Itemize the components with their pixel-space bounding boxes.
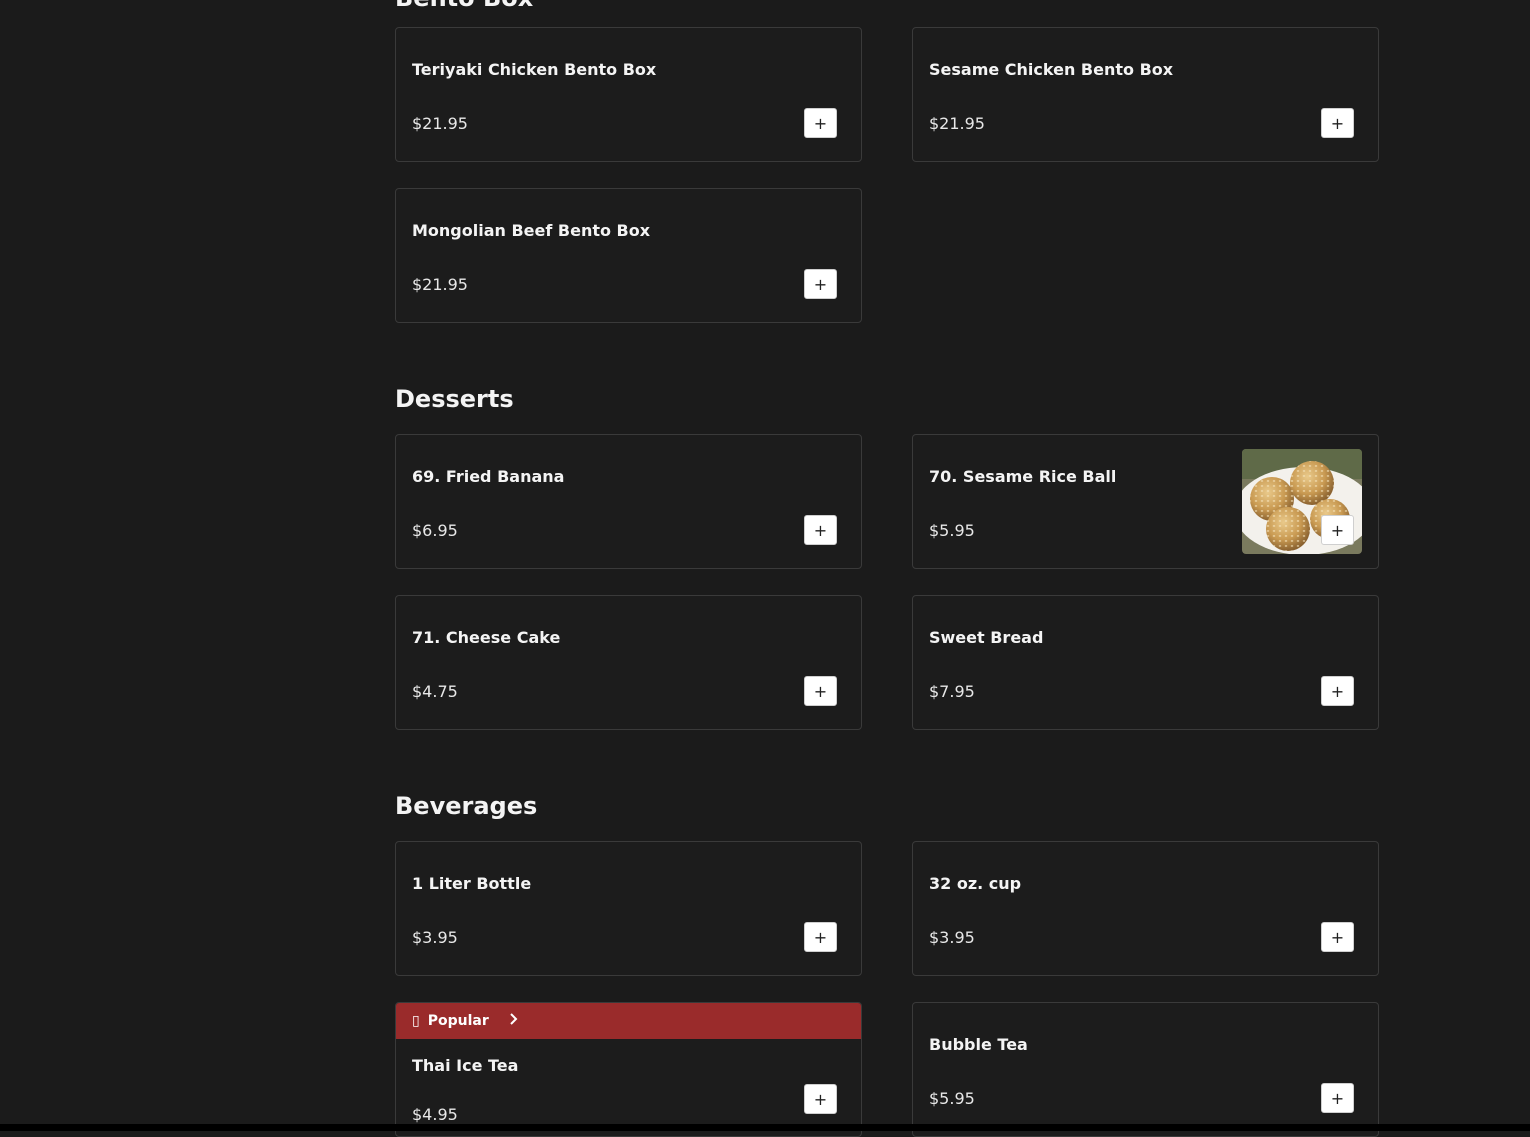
item-price: $3.95 xyxy=(929,928,975,947)
fire-icon: ▯ xyxy=(412,1013,420,1029)
section-title-beverages: Beverages xyxy=(395,792,538,820)
item-name: 32 oz. cup xyxy=(929,874,1022,893)
item-name: 69. Fried Banana xyxy=(412,467,565,486)
add-to-cart-button[interactable]: + xyxy=(804,515,837,545)
menu-item-card[interactable]: 1 Liter Bottle $3.95 + xyxy=(395,841,862,976)
add-to-cart-button[interactable]: + xyxy=(1321,108,1354,138)
plus-icon: + xyxy=(1330,520,1345,540)
menu-item-card[interactable]: Sweet Bread $7.95 + xyxy=(912,595,1379,730)
plus-icon: + xyxy=(813,681,828,701)
plus-icon: + xyxy=(1330,1088,1345,1108)
chevron-right-icon xyxy=(509,1013,519,1029)
item-name: Sesame Chicken Bento Box xyxy=(929,60,1174,79)
menu-item-card[interactable]: Teriyaki Chicken Bento Box $21.95 + xyxy=(395,27,862,162)
menu-item-card[interactable]: 71. Cheese Cake $4.75 + xyxy=(395,595,862,730)
item-price: $21.95 xyxy=(412,114,468,133)
item-name: Bubble Tea xyxy=(929,1035,1028,1054)
add-to-cart-button[interactable]: + xyxy=(1321,676,1354,706)
menu-item-card[interactable]: 69. Fried Banana $6.95 + xyxy=(395,434,862,569)
add-to-cart-button[interactable]: + xyxy=(1321,1083,1354,1113)
plus-icon: + xyxy=(813,274,828,294)
section-title-bento: Bento Box xyxy=(395,0,533,12)
add-to-cart-button[interactable]: + xyxy=(804,108,837,138)
item-price: $6.95 xyxy=(412,521,458,540)
menu-item-card[interactable]: 32 oz. cup $3.95 + xyxy=(912,841,1379,976)
add-to-cart-button[interactable]: + xyxy=(804,676,837,706)
plus-icon: + xyxy=(813,113,828,133)
section-title-desserts: Desserts xyxy=(395,385,514,413)
item-price: $4.95 xyxy=(412,1105,458,1124)
item-photo[interactable]: + xyxy=(1242,449,1362,554)
item-name: Mongolian Beef Bento Box xyxy=(412,221,651,240)
item-price: $4.75 xyxy=(412,682,458,701)
item-name: Thai Ice Tea xyxy=(412,1056,519,1075)
item-price: $5.95 xyxy=(929,1089,975,1108)
plus-icon: + xyxy=(813,520,828,540)
popular-label: Popular xyxy=(427,1013,489,1029)
item-name: 71. Cheese Cake xyxy=(412,628,561,647)
item-price: $21.95 xyxy=(412,275,468,294)
add-to-cart-button[interactable]: + xyxy=(1321,922,1354,952)
plus-icon: + xyxy=(813,1089,828,1109)
item-name: Teriyaki Chicken Bento Box xyxy=(412,60,657,79)
item-price: $7.95 xyxy=(929,682,975,701)
plus-icon: + xyxy=(1330,927,1345,947)
plus-icon: + xyxy=(1330,681,1345,701)
menu-item-card[interactable]: Bubble Tea $5.95 + xyxy=(912,1002,1379,1137)
item-name: Sweet Bread xyxy=(929,628,1044,647)
item-price: $3.95 xyxy=(412,928,458,947)
item-name: 1 Liter Bottle xyxy=(412,874,532,893)
item-price: $5.95 xyxy=(929,521,975,540)
add-to-cart-button[interactable]: + xyxy=(804,922,837,952)
menu-item-card[interactable]: Sesame Chicken Bento Box $21.95 + xyxy=(912,27,1379,162)
item-name: 70. Sesame Rice Ball xyxy=(929,467,1117,486)
plus-icon: + xyxy=(813,927,828,947)
menu-item-card[interactable]: ▯ Popular Thai Ice Tea $4.95 + xyxy=(395,1002,862,1137)
popular-banner[interactable]: ▯ Popular xyxy=(396,1003,861,1039)
add-to-cart-button[interactable]: + xyxy=(804,269,837,299)
menu-item-card[interactable]: Mongolian Beef Bento Box $21.95 + xyxy=(395,188,862,323)
menu-item-card[interactable]: 70. Sesame Rice Ball $5.95 + xyxy=(912,434,1379,569)
item-price: $21.95 xyxy=(929,114,985,133)
plus-icon: + xyxy=(1330,113,1345,133)
add-to-cart-button[interactable]: + xyxy=(1321,515,1354,545)
bottom-edge xyxy=(0,1124,1530,1131)
add-to-cart-button[interactable]: + xyxy=(804,1084,837,1114)
